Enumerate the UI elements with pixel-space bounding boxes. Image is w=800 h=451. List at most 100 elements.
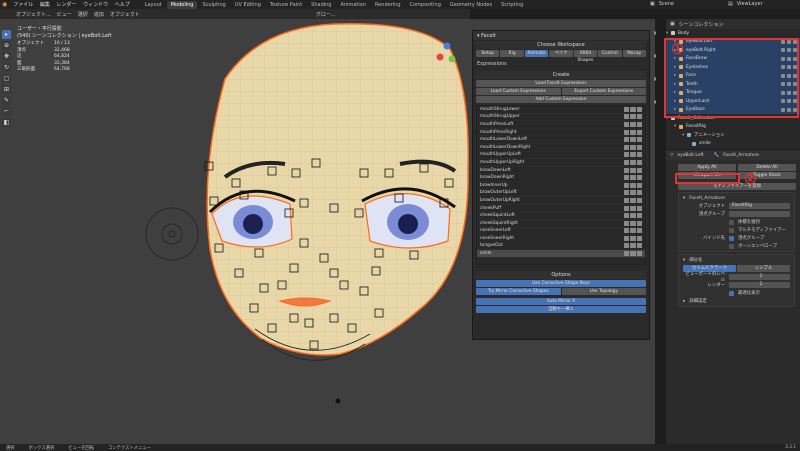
expression-item[interactable]: noseSneerLeft [477,228,645,236]
object-name[interactable]: eyeBolt.Left [677,153,703,158]
use-corrective-shape-keys-toggle[interactable]: Use Corrective Shape Keys [476,280,646,287]
tab-view-icon[interactable]: ▮ [654,76,656,81]
object-field[interactable]: FaceitRig [729,203,790,209]
view-layer-selector[interactable]: ▤ ViewLayer [728,1,763,7]
expression-item[interactable]: noseSneerRight [477,235,645,243]
tab-rendering[interactable]: Rendering [371,1,405,9]
transform-tool-icon[interactable]: ⊞ [2,85,11,94]
mode-selector[interactable]: オブジェクト... [16,11,51,18]
scene-collection-label[interactable]: シーンコレクション [679,21,724,28]
tab-layout[interactable]: Layout [141,1,166,9]
load-faceit-expressions-button[interactable]: Load FaceIt Expressions [476,80,646,87]
vertex-groups-checkbox[interactable] [729,235,734,241]
expression-item[interactable]: browDownLeft [477,167,645,175]
expression-list[interactable]: mouthShrugLower mouthShrugUpper mouthPress… [476,105,646,265]
options-section[interactable]: Options [476,271,646,279]
preserve-volume-checkbox[interactable] [729,219,734,225]
expression-actions[interactable] [624,137,642,143]
multi-modifier-checkbox[interactable] [729,227,734,233]
move-tool-icon[interactable]: ✥ [2,52,11,61]
bone-envelopes-checkbox[interactable] [729,243,734,249]
expression-actions[interactable] [624,114,642,120]
add-cube-tool-icon[interactable]: ◧ [2,118,11,127]
expression-actions[interactable] [624,167,642,173]
tab-animate[interactable]: Animate [524,50,549,57]
tab-faceit-icon[interactable]: ▮ [654,99,656,104]
expression-item[interactable]: smile [477,250,645,258]
simple-button[interactable]: シンプル [737,265,790,272]
outliner-row-faceit-rig[interactable]: ▾ FaceitRig [666,123,800,132]
outliner-row-body[interactable]: ▾ Body [666,29,800,38]
expression-item[interactable]: tongueOut [477,243,645,251]
modifier-name[interactable]: 細分化 [689,257,702,263]
expression-item[interactable]: browInnerUp [477,182,645,190]
tab-rig[interactable]: Rig [500,50,524,57]
expression-actions[interactable] [624,235,642,241]
menu-window[interactable]: ウィンドウ [83,2,108,8]
use-topology-toggle[interactable]: Use Topology [561,288,646,295]
add-modifier-button[interactable]: モディファイアーを追加 [678,183,796,190]
auto-mirror-x-toggle[interactable]: Auto Mirror X [476,298,646,305]
delete-all-button[interactable]: Delete All [738,164,796,171]
tab-mocap[interactable]: Mocap [622,50,646,57]
tab-shading[interactable]: Shading [307,1,335,9]
tab-control[interactable]: Control [598,50,622,57]
expression-item[interactable]: browOuterUpRight [477,197,645,205]
select-tool-icon[interactable]: ▸ [2,30,11,39]
tab-modeling[interactable]: Modeling [166,0,198,9]
menu-add[interactable]: 追加 [94,11,104,18]
tab-compositing[interactable]: Compositing [406,1,445,9]
measure-tool-icon[interactable]: ⌐ [2,107,11,116]
expression-actions[interactable] [624,190,642,196]
auto-keying-toggle[interactable]: 自動キー挿入 [476,306,646,313]
create-section[interactable]: Create [476,71,646,79]
expression-actions[interactable] [624,152,642,158]
scene-selector[interactable]: ▣ Scene [650,1,674,7]
transform-orientation[interactable]: グロー... [316,11,336,18]
expression-actions[interactable] [624,197,642,203]
expression-item[interactable]: browDownRight [477,174,645,182]
menu-render[interactable]: レンダー [56,2,76,8]
expression-actions[interactable] [624,213,642,219]
modifier-header[interactable]: ▾ 細分化 [679,256,794,264]
blender-logo-icon[interactable]: ◉ [2,1,7,8]
expression-actions[interactable] [624,175,642,181]
menu-help[interactable]: ヘルプ [115,2,130,8]
expression-item[interactable]: browOuterUpLeft [477,190,645,198]
tab-uv-editing[interactable]: UV Editing [231,1,265,9]
try-mirror-corrective-toggle[interactable]: Try Mirror Corrective Shapes [476,288,561,295]
expression-actions[interactable] [624,251,642,257]
expression-item[interactable]: cheekSquintLeft [477,212,645,220]
expression-item[interactable]: mouthShrugUpper [477,114,645,122]
expression-actions[interactable] [624,159,642,165]
outliner-row-smile[interactable]: smile [666,140,800,149]
expression-actions[interactable] [624,220,642,226]
expression-actions[interactable] [624,205,642,211]
tab-scripting[interactable]: Scripting [497,1,527,9]
tab-texture-paint[interactable]: Texture Paint [266,1,306,9]
annotate-tool-icon[interactable]: ✎ [2,96,11,105]
tab-arkit-shapes[interactable]: ARKit Shapes [573,50,598,63]
tab-tool-icon[interactable]: ▮ [654,53,656,58]
tab-setup[interactable]: Setup [476,50,500,57]
modifier-header[interactable]: ▾ FaceIt_Armature [679,194,794,202]
expression-actions[interactable] [624,243,642,249]
advanced-subpanel[interactable]: ▸ 詳細設定 [679,297,794,305]
menu-file[interactable]: ファイル [13,2,33,8]
expression-item[interactable]: mouthLowerDownLeft [477,136,645,144]
menu-object[interactable]: オブジェクト [110,11,140,18]
apply-all-button[interactable]: Apply All [678,164,736,171]
scene-name[interactable]: Scene [659,1,674,7]
optimal-display-checkbox[interactable] [729,290,734,296]
expression-item[interactable]: cheekPuff [477,205,645,213]
tab-bake[interactable]: ベイク [549,50,573,57]
menu-select[interactable]: 選択 [78,11,88,18]
expression-actions[interactable] [624,182,642,188]
expression-item[interactable]: mouthPressLeft [477,121,645,129]
expression-actions[interactable] [624,121,642,127]
expression-actions[interactable] [624,106,642,112]
add-custom-expression-button[interactable]: Add Custom Expression [476,96,646,103]
expression-item[interactable]: mouthPressRight [477,129,645,137]
expression-item[interactable]: cheekSquintRight [477,220,645,228]
expression-actions[interactable] [624,129,642,135]
